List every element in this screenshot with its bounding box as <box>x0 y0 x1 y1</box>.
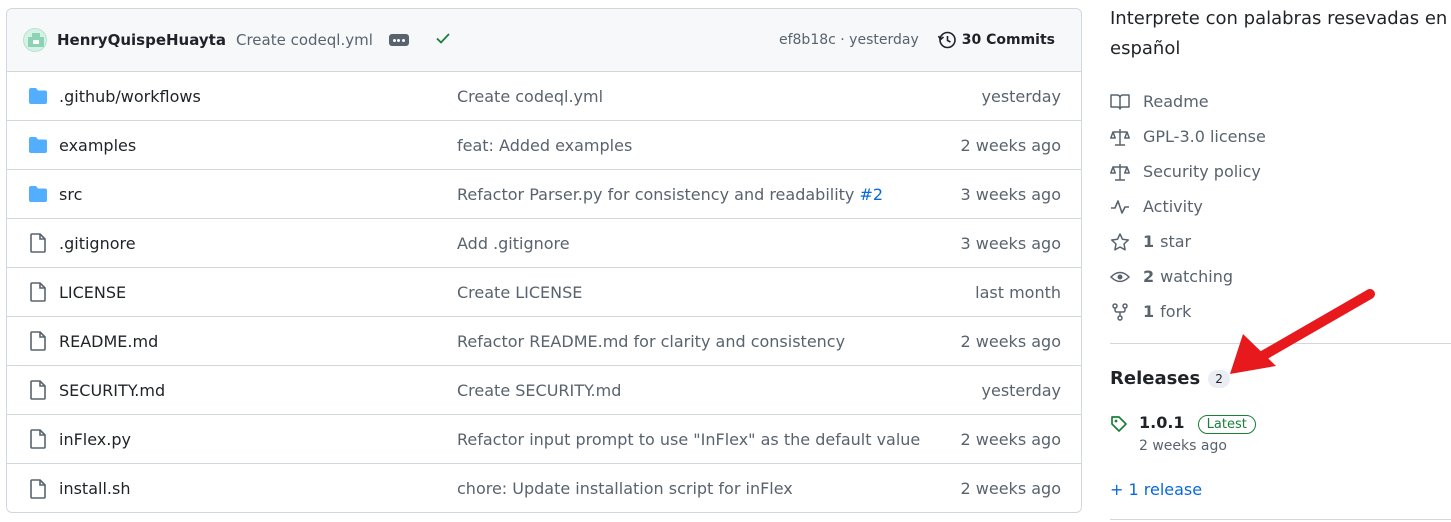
about-link-label: fork <box>1160 302 1192 321</box>
tag-icon <box>1110 413 1130 454</box>
expand-commit-button[interactable] <box>388 34 409 46</box>
file-name-link[interactable]: .gitignore <box>59 234 457 253</box>
table-row[interactable]: README.md Refactor README.md for clarity … <box>7 317 1081 366</box>
scale-icon <box>1110 127 1130 147</box>
file-commit-date: yesterday <box>981 380 1062 400</box>
file-icon <box>27 232 49 254</box>
file-browser: HenryQuispeHuayta Create codeql.yml ef8b… <box>6 8 1082 513</box>
repo-description: Interprete con palabras resevadas en esp… <box>1110 8 1448 59</box>
releases-title: Releases <box>1110 368 1201 389</box>
file-icon <box>27 281 49 303</box>
commit-message[interactable]: Create codeql.yml <box>236 31 373 49</box>
about-link-label: Readme <box>1143 92 1209 111</box>
table-row[interactable]: SECURITY.md Create SECURITY.md yesterday <box>7 366 1081 415</box>
about-link-count: 2 <box>1143 267 1155 286</box>
about-link-label: GPL-3.0 license <box>1143 127 1266 146</box>
file-commit-message[interactable]: chore: Update installation script for in… <box>457 479 931 498</box>
file-commit-message[interactable]: Create SECURITY.md <box>457 381 931 400</box>
file-commit-message[interactable]: Refactor README.md for clarity and consi… <box>457 332 931 351</box>
file-commit-date: last month <box>975 282 1061 302</box>
table-row[interactable]: src Refactor Parser.py for consistency an… <box>7 170 1081 219</box>
table-row[interactable]: examples feat: Added examples 2 weeks ago <box>7 121 1081 170</box>
table-row[interactable]: inFlex.py Refactor input prompt to use "I… <box>7 415 1081 464</box>
latest-badge: Latest <box>1197 415 1256 434</box>
file-commit-date: yesterday <box>981 86 1062 106</box>
about-link-label: Security policy <box>1143 162 1261 181</box>
about-link-readme[interactable]: Readme <box>1110 84 1451 119</box>
table-row[interactable]: .github/workflows Create codeql.yml yester… <box>7 72 1081 121</box>
file-commit-message[interactable]: Refactor input prompt to use "InFlex" as… <box>457 430 931 449</box>
check-icon[interactable] <box>435 30 451 50</box>
scale-icon <box>1110 162 1130 182</box>
about-link-activity[interactable]: Activity <box>1110 189 1451 224</box>
more-releases-link[interactable]: + 1 release <box>1110 480 1451 499</box>
file-name-link[interactable]: src <box>59 185 457 204</box>
file-commit-date: 2 weeks ago <box>960 429 1061 449</box>
annotation-arrow-icon <box>1230 289 1375 374</box>
file-commit-message[interactable]: Create LICENSE <box>457 283 931 302</box>
fork-icon <box>1110 302 1130 322</box>
folder-icon <box>27 85 49 107</box>
file-commit-date: 2 weeks ago <box>960 331 1061 351</box>
file-list: .github/workflows Create codeql.yml yester… <box>7 72 1081 512</box>
file-commit-message[interactable]: feat: Added examples <box>457 136 931 155</box>
file-icon <box>27 478 49 500</box>
file-name-link[interactable]: LICENSE <box>59 283 457 302</box>
book-icon <box>1110 92 1130 112</box>
star-icon <box>1110 232 1130 252</box>
folder-icon <box>27 183 49 205</box>
release-date: 2 weeks ago <box>1139 438 1227 454</box>
commit-sha-time[interactable]: ef8b18c · yesterday <box>779 32 919 48</box>
table-row[interactable]: LICENSE Create LICENSE last month <box>7 268 1081 317</box>
file-name-link[interactable]: SECURITY.md <box>59 381 457 400</box>
file-commit-date: 3 weeks ago <box>960 184 1061 204</box>
file-commit-date: 2 weeks ago <box>960 479 1061 498</box>
latest-commit-bar: HenryQuispeHuayta Create codeql.yml ef8b… <box>7 9 1081 72</box>
commits-history-link[interactable]: 30 Commits <box>937 30 1055 50</box>
file-name-link[interactable]: examples <box>59 136 457 155</box>
file-name-link[interactable]: install.sh <box>59 479 457 498</box>
table-row[interactable]: install.sh chore: Update installation scr… <box>7 464 1081 512</box>
file-name-link[interactable]: inFlex.py <box>59 430 457 449</box>
about-link-security-policy[interactable]: Security policy <box>1110 154 1451 189</box>
about-link-star[interactable]: 1 star <box>1110 224 1451 259</box>
about-link-gpl-3-0-license[interactable]: GPL-3.0 license <box>1110 119 1451 154</box>
latest-release[interactable]: 1.0.1 Latest 2 weeks ago <box>1110 413 1451 454</box>
about-link-count: 1 <box>1143 232 1155 251</box>
history-icon <box>937 31 956 49</box>
about-link-count: 1 <box>1143 302 1155 321</box>
file-commit-message[interactable]: Create codeql.yml <box>457 87 931 106</box>
commit-author[interactable]: HenryQuispeHuayta <box>57 31 226 49</box>
file-commit-message[interactable]: Refactor Parser.py for consistency and r… <box>457 185 931 204</box>
pulse-icon <box>1110 197 1130 217</box>
file-name-link[interactable]: README.md <box>59 332 457 351</box>
pull-request-link[interactable]: #2 <box>859 185 883 204</box>
folder-icon <box>27 134 49 156</box>
repo-page: HenryQuispeHuayta Create codeql.yml ef8b… <box>0 0 1451 522</box>
file-commit-message[interactable]: Add .gitignore <box>457 234 931 253</box>
about-link-label: star <box>1160 232 1192 251</box>
file-name-link[interactable]: .github/workflows <box>59 87 457 106</box>
file-icon <box>27 379 49 401</box>
file-commit-date: 3 weeks ago <box>960 233 1061 253</box>
divider <box>1110 519 1451 520</box>
about-link-label: Activity <box>1143 197 1203 216</box>
eye-icon <box>1110 267 1130 287</box>
commits-count: 30 Commits <box>961 32 1055 48</box>
file-icon <box>27 330 49 352</box>
table-row[interactable]: .gitignore Add .gitignore 3 weeks ago <box>7 219 1081 268</box>
avatar[interactable] <box>23 28 47 52</box>
file-commit-date: 2 weeks ago <box>960 135 1061 155</box>
about-sidebar: Interprete con palabras resevadas en esp… <box>1110 0 1451 520</box>
release-version[interactable]: 1.0.1 <box>1139 413 1185 432</box>
file-icon <box>27 428 49 450</box>
